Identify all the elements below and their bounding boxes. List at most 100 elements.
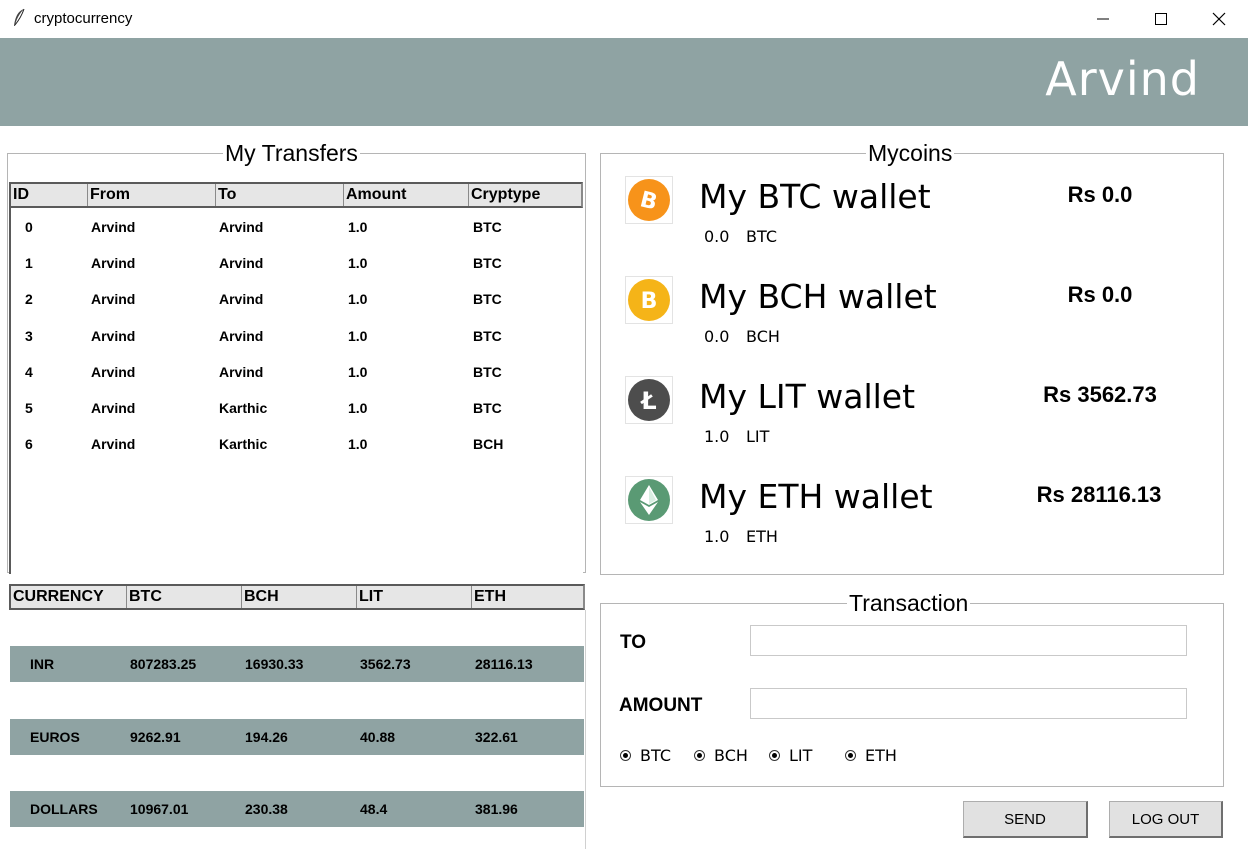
feather-icon <box>14 8 25 26</box>
cell-from: Arvind <box>91 219 136 235</box>
cell-cryptype: BTC <box>473 327 502 344</box>
column-header-cryptype[interactable]: Cryptype <box>468 184 581 206</box>
wallet-title: My ETH wallet <box>699 477 933 516</box>
cell-to: Arvind <box>219 291 264 308</box>
column-header-id[interactable]: ID <box>11 184 87 206</box>
minimize-button[interactable] <box>1074 0 1132 38</box>
rates-table-header: CURRENCY BTC BCH LIT ETH <box>9 584 585 610</box>
table-row[interactable]: 0 Arvind Arvind 1.0 BTC <box>9 219 583 241</box>
radio-btc-indicator <box>620 750 631 761</box>
maximize-button[interactable] <box>1132 0 1190 38</box>
close-button[interactable] <box>1190 0 1248 38</box>
maximize-icon <box>1155 13 1167 25</box>
cell-to: Karthic <box>219 436 268 453</box>
transfers-table[interactable]: ID From To Amount Cryptype 0 Arvind Arvind… <box>9 182 583 574</box>
svg-text:Ł: Ł <box>639 387 656 415</box>
table-row[interactable]: DOLLARS 10967.01 230.38 48.4 381.96 <box>10 791 584 827</box>
cell-lit: 48.4 <box>360 801 388 817</box>
amount-input[interactable] <box>750 688 1187 719</box>
table-row[interactable]: 1 Arvind Arvind 1.0 BTC <box>9 255 583 277</box>
table-row[interactable]: 3 Arvind Arvind 1.0 BTC <box>9 328 583 350</box>
cell-id: 1 <box>25 255 33 272</box>
cell-id: 5 <box>25 400 33 416</box>
transaction-title: Transaction <box>847 590 971 617</box>
cell-cryptype: BCH <box>473 436 504 453</box>
wallet-unit: BTC <box>746 227 777 246</box>
wallet-value: Rs 0.0 <box>1067 282 1133 307</box>
ethereum-icon <box>625 476 673 524</box>
wallet-unit: ETH <box>746 527 778 546</box>
cell-to: Arvind <box>219 327 264 344</box>
radio-bch-indicator <box>694 750 705 761</box>
wallet-amount: 1.0 <box>704 427 730 446</box>
wallet-title: My LIT wallet <box>699 377 916 416</box>
cell-amount: 1.0 <box>348 291 368 308</box>
column-header-eth[interactable]: ETH <box>471 586 583 608</box>
column-header-from[interactable]: From <box>87 184 215 206</box>
column-header-bch[interactable]: BCH <box>241 586 356 608</box>
radio-bch-label: BCH <box>714 746 748 765</box>
column-header-to[interactable]: To <box>215 184 343 206</box>
send-button[interactable]: SEND <box>963 801 1088 838</box>
to-input[interactable] <box>750 625 1187 656</box>
bitcoin-icon: B <box>625 176 673 224</box>
column-header-lit[interactable]: LIT <box>356 586 471 608</box>
cell-cryptype: BTC <box>473 291 502 308</box>
cell-from: Arvind <box>91 327 136 344</box>
radio-lit[interactable]: LIT <box>769 746 812 765</box>
cell-amount: 1.0 <box>348 436 368 453</box>
cell-to: Karthic <box>219 400 268 416</box>
table-row[interactable]: EUROS 9262.91 194.26 40.88 322.61 <box>10 718 584 755</box>
litecoin-icon: Ł <box>625 376 673 424</box>
cell-amount: 1.0 <box>348 255 368 272</box>
minimize-icon <box>1097 18 1109 20</box>
cell-from: Arvind <box>91 255 136 272</box>
wallet-amount: 0.0 <box>704 327 730 346</box>
table-row[interactable]: 4 Arvind Arvind 1.0 BTC <box>9 364 583 386</box>
cell-lit: 40.88 <box>360 728 396 745</box>
wallet-title: My BTC wallet <box>699 177 931 216</box>
wallet-amount: 0.0 <box>704 227 730 246</box>
wallet-amount: 1.0 <box>704 527 730 546</box>
cell-eth: 28116.13 <box>475 656 533 672</box>
column-header-currency[interactable]: CURRENCY <box>11 586 126 608</box>
username-label: Arvind <box>1045 52 1200 106</box>
cell-lit: 3562.73 <box>360 656 411 672</box>
logout-button[interactable]: LOG OUT <box>1109 801 1223 838</box>
table-row[interactable]: 5 Arvind Karthic 1.0 BTC <box>9 400 583 422</box>
cell-to: Arvind <box>219 219 264 235</box>
wallet-value: Rs 3562.73 <box>1043 382 1157 407</box>
cell-id: 0 <box>25 219 33 235</box>
transfers-table-header: ID From To Amount Cryptype <box>9 182 583 208</box>
radio-eth[interactable]: ETH <box>845 746 897 765</box>
mycoins-title: Mycoins <box>866 140 955 167</box>
cell-amount: 1.0 <box>348 327 368 344</box>
cell-cryptype: BTC <box>473 363 502 380</box>
cell-cryptype: BTC <box>473 255 502 272</box>
radio-btc-label: BTC <box>640 746 671 765</box>
to-label: TO <box>620 632 647 653</box>
cell-to: Arvind <box>219 363 264 380</box>
close-icon <box>1212 12 1226 26</box>
cell-amount: 1.0 <box>348 400 368 416</box>
column-header-btc[interactable]: BTC <box>126 586 241 608</box>
table-row[interactable]: 6 Arvind Karthic 1.0 BCH <box>9 436 583 458</box>
cell-from: Arvind <box>91 436 136 453</box>
cell-amount: 1.0 <box>348 219 368 235</box>
cell-eth: 322.61 <box>475 728 518 745</box>
table-row[interactable]: INR 807283.25 16930.33 3562.73 28116.13 <box>10 646 584 682</box>
radio-btc[interactable]: BTC <box>620 746 671 765</box>
cell-amount: 1.0 <box>348 363 368 380</box>
radio-bch[interactable]: BCH <box>694 746 748 765</box>
transfers-title: My Transfers <box>223 140 360 167</box>
cell-bch: 230.38 <box>245 801 288 817</box>
radio-lit-indicator <box>769 750 780 761</box>
column-header-amount[interactable]: Amount <box>343 184 468 206</box>
window-title: cryptocurrency <box>34 10 133 27</box>
table-row[interactable]: 2 Arvind Arvind 1.0 BTC <box>9 291 583 313</box>
cell-from: Arvind <box>91 363 136 380</box>
cell-btc: 10967.01 <box>130 801 189 817</box>
window-titlebar: cryptocurrency <box>0 0 1248 38</box>
cell-bch: 194.26 <box>245 728 288 745</box>
cell-currency: DOLLARS <box>30 801 98 817</box>
